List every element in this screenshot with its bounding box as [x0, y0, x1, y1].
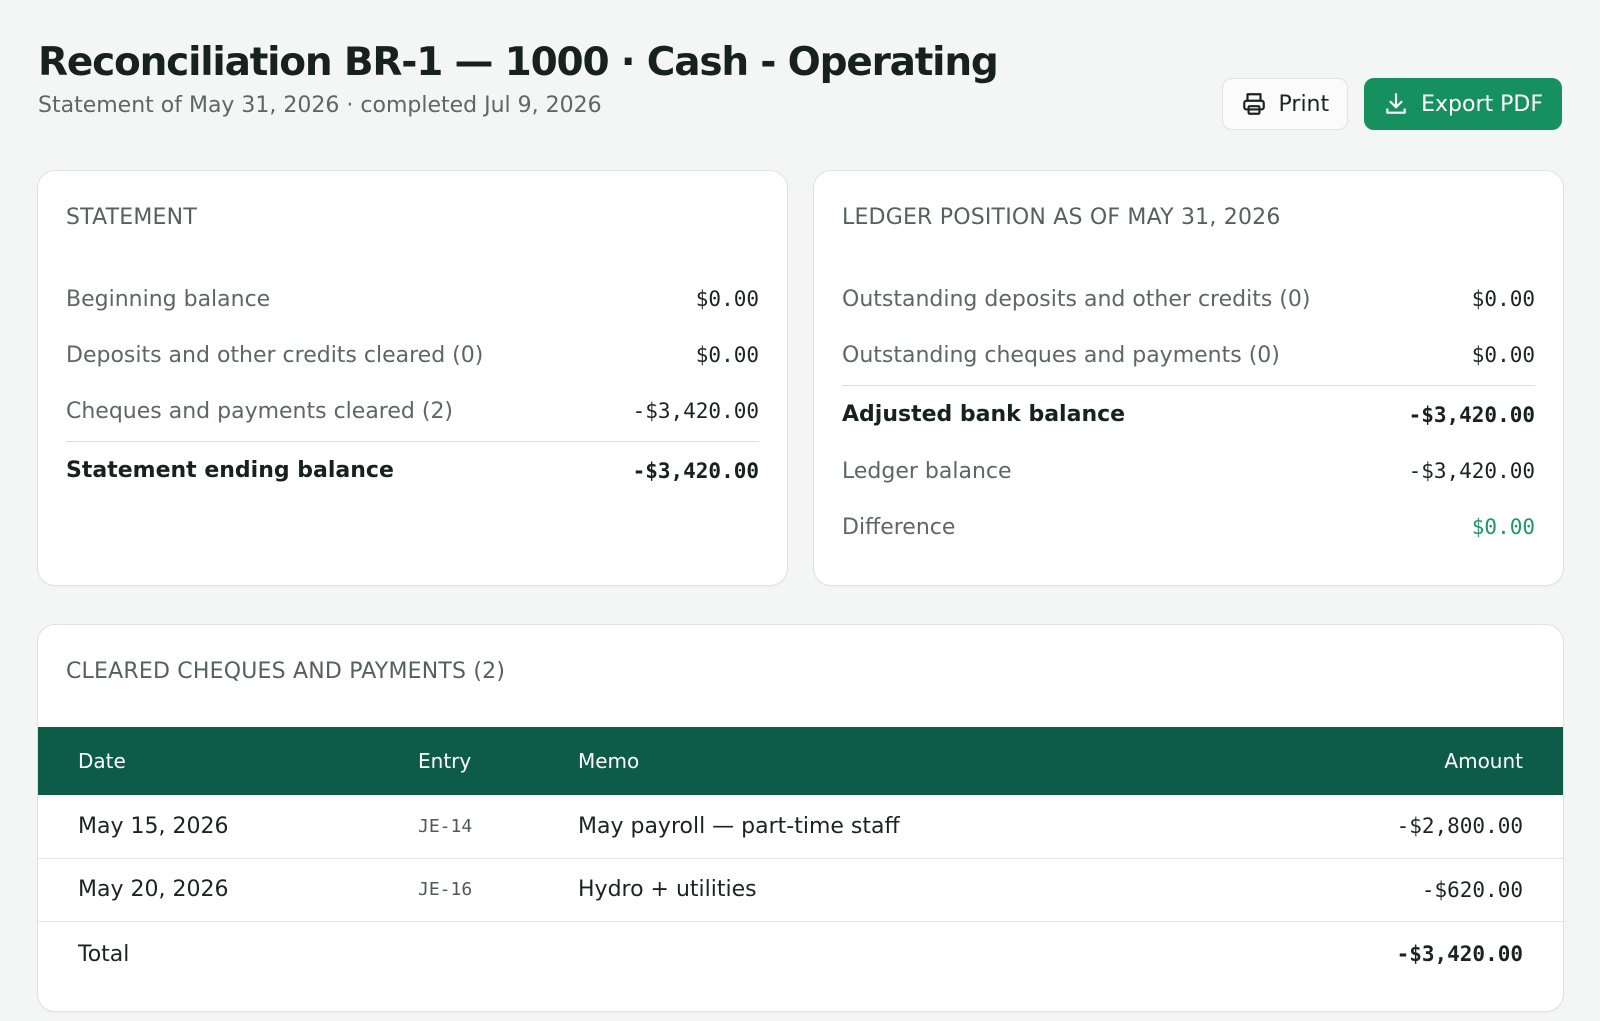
cell-entry-link[interactable]: JE-16: [418, 858, 578, 922]
row-label: Difference: [842, 514, 956, 540]
ledger-title: LEDGER POSITION AS OF MAY 31, 2026: [842, 205, 1281, 230]
cell-memo: Hydro + utilities: [578, 858, 1228, 922]
print-label: Print: [1278, 91, 1330, 117]
row-value: $0.00: [1471, 343, 1535, 367]
row-value: -$3,420.00: [632, 458, 759, 483]
ledger-row: Outstanding cheques and payments (0) $0.…: [842, 327, 1535, 383]
download-icon: [1386, 93, 1406, 114]
row-value: -$3,420.00: [1408, 459, 1535, 483]
row-value: $0.00: [695, 343, 759, 367]
row-label: Adjusted bank balance: [842, 402, 1126, 427]
cleared-title: CLEARED CHEQUES AND PAYMENTS (2): [66, 659, 506, 684]
page-title: Reconciliation BR-1 — 1000 · Cash - Oper…: [38, 40, 999, 85]
difference-value: $0.00: [1471, 515, 1535, 539]
row-label: Outstanding cheques and payments (0): [842, 342, 1280, 368]
ledger-rows: Outstanding deposits and other credits (…: [842, 271, 1535, 555]
column-header-amount: Amount: [1444, 749, 1523, 773]
row-value: -$3,420.00: [1408, 402, 1535, 427]
table-total-row: Total -$3,420.00: [38, 921, 1563, 987]
row-value: $0.00: [1471, 287, 1535, 311]
cell-amount: -$2,800.00: [1227, 795, 1563, 859]
table-row: May 15, 2026 JE-14 May payroll — part-ti…: [38, 795, 1563, 859]
total-label: Total: [78, 941, 130, 967]
difference-row: Difference $0.00: [842, 499, 1535, 555]
cell-amount: -$620.00: [1227, 858, 1563, 922]
row-label: Ledger balance: [842, 458, 1012, 484]
statement-row: Beginning balance $0.00: [66, 271, 759, 327]
cleared-payments-card: CLEARED CHEQUES AND PAYMENTS (2) Date En…: [37, 624, 1564, 1012]
statement-card: STATEMENT Beginning balance $0.00 Deposi…: [37, 170, 788, 586]
ledger-balance-row: Ledger balance -$3,420.00: [842, 443, 1535, 499]
cell-empty: [578, 921, 1227, 987]
cell-empty: [418, 921, 578, 987]
statement-title: STATEMENT: [66, 205, 197, 230]
statement-rows: Beginning balance $0.00 Deposits and oth…: [66, 271, 759, 499]
cell-entry-link[interactable]: JE-14: [418, 795, 578, 859]
row-label: Statement ending balance: [66, 458, 394, 483]
table-header-row: Date Entry Memo Amount: [38, 727, 1563, 795]
column-header-date: Date: [78, 749, 126, 773]
row-value: -$3,420.00: [632, 399, 759, 423]
header-actions: Print Export PDF: [1221, 78, 1562, 130]
row-label: Outstanding deposits and other credits (…: [842, 286, 1311, 312]
cell-memo: May payroll — part-time staff: [578, 795, 1228, 859]
export-pdf-label: Export PDF: [1421, 91, 1543, 117]
statement-ending-balance-row: Statement ending balance -$3,420.00: [66, 441, 759, 499]
total-amount: -$3,420.00: [1396, 942, 1523, 967]
column-header-memo: Memo: [578, 749, 640, 773]
statement-row: Deposits and other credits cleared (0) $…: [66, 327, 759, 383]
page-subtitle: Statement of May 31, 2026 · completed Ju…: [38, 93, 602, 118]
ledger-position-card: LEDGER POSITION AS OF MAY 31, 2026 Outst…: [813, 170, 1564, 586]
table-row: May 20, 2026 JE-16 Hydro + utilities -$6…: [38, 858, 1563, 922]
statement-row: Cheques and payments cleared (2) -$3,420…: [66, 383, 759, 439]
export-pdf-button[interactable]: Export PDF: [1364, 78, 1562, 130]
printer-icon: [1242, 93, 1265, 115]
row-value: $0.00: [695, 287, 759, 311]
row-label: Cheques and payments cleared (2): [66, 398, 454, 424]
print-button[interactable]: Print: [1221, 78, 1349, 130]
page-header: Reconciliation BR-1 — 1000 · Cash - Oper…: [38, 40, 999, 118]
row-label: Deposits and other credits cleared (0): [66, 342, 484, 368]
cell-date: May 15, 2026: [38, 795, 418, 859]
cleared-payments-table: Date Entry Memo Amount May 15, 2026 JE-1…: [38, 727, 1563, 987]
adjusted-bank-balance-row: Adjusted bank balance -$3,420.00: [842, 385, 1535, 443]
cell-date: May 20, 2026: [38, 858, 418, 922]
ledger-row: Outstanding deposits and other credits (…: [842, 271, 1535, 327]
row-label: Beginning balance: [66, 286, 271, 312]
column-header-entry: Entry: [418, 749, 472, 773]
